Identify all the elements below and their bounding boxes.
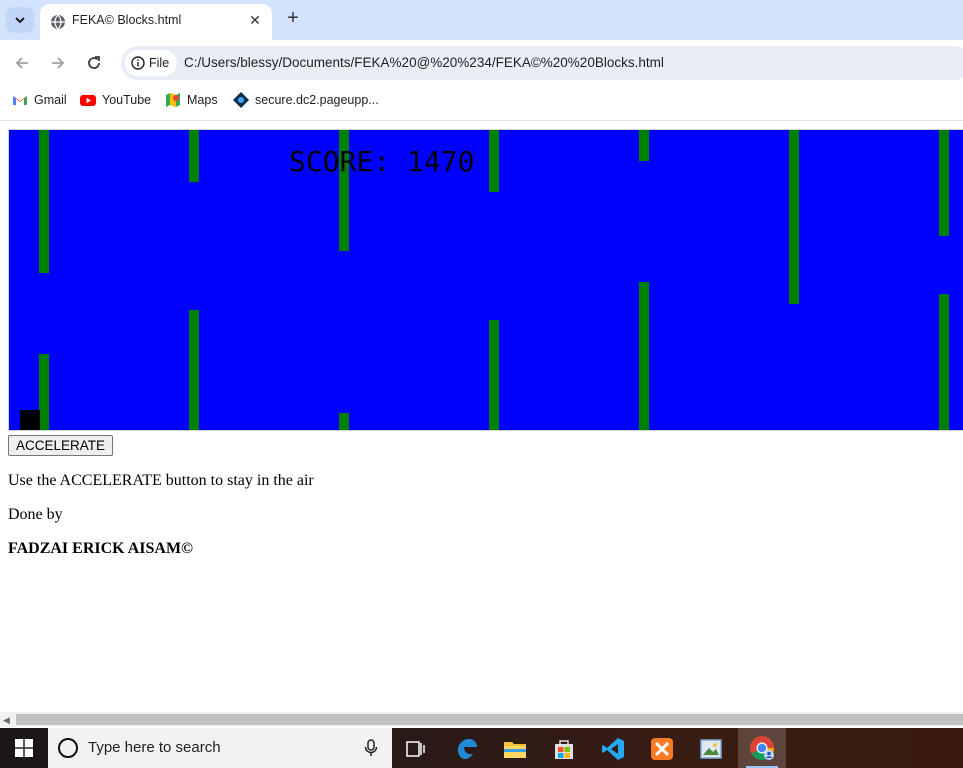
address-bar[interactable]: File C:/Users/blessy/Documents/FEKA%20@%…: [121, 46, 963, 80]
chrome-icon[interactable]: [738, 728, 786, 768]
obstacle-bottom: [39, 354, 49, 430]
tab-search-button[interactable]: [6, 7, 34, 33]
obstacle-top: [639, 130, 649, 161]
obstacle-top: [489, 130, 499, 192]
youtube-icon: [80, 95, 96, 106]
arrow-left-icon: [15, 57, 28, 69]
browser-toolbar: File C:/Users/blessy/Documents/FEKA%20@%…: [0, 40, 963, 86]
start-button[interactable]: [0, 728, 48, 768]
bookmark-label: Gmail: [34, 93, 67, 107]
info-icon: [131, 56, 145, 70]
search-placeholder: Type here to search: [88, 739, 221, 756]
url-text[interactable]: C:/Users/blessy/Documents/FEKA%20@%20%23…: [184, 55, 664, 70]
store-icon[interactable]: [549, 734, 579, 764]
bookmark-pageup[interactable]: secure.dc2.pageupp...: [233, 91, 379, 109]
taskbar-search[interactable]: Type here to search: [48, 728, 392, 768]
globe-icon: [51, 14, 65, 30]
forward-button[interactable]: [47, 52, 69, 74]
reload-button[interactable]: [83, 52, 105, 74]
bookmark-label: secure.dc2.pageupp...: [255, 93, 379, 107]
obstacle-top: [939, 130, 949, 236]
scheme-label: File: [149, 56, 170, 70]
photo-viewer-icon[interactable]: [696, 734, 726, 764]
instructions-text: Use the ACCELERATE button to stay in the…: [8, 472, 314, 489]
scrollbar-thumb[interactable]: [16, 714, 963, 725]
bookmark-label: YouTube: [102, 93, 152, 107]
browser-tab[interactable]: FEKA© Blocks.html ✕: [40, 4, 272, 40]
obstacle-bottom: [189, 310, 199, 430]
accelerate-button[interactable]: ACCELERATE: [8, 435, 114, 456]
bookmark-gmail[interactable]: Gmail: [12, 91, 67, 109]
windows-logo-icon: [15, 739, 33, 757]
gmail-icon: [13, 96, 27, 105]
cortana-icon: [58, 738, 78, 758]
task-view-icon[interactable]: [401, 734, 431, 764]
tab-strip: FEKA© Blocks.html ✕ +: [0, 0, 963, 40]
score-text: SCORE: 1470: [289, 145, 475, 178]
taskbar: Type here to search: [0, 728, 963, 768]
obstacle-bottom: [939, 294, 949, 430]
pageup-icon: [233, 92, 249, 108]
bookmarks-bar: Gmail YouTube Maps secure.dc2.pageupp...: [0, 86, 963, 114]
file-explorer-icon[interactable]: [500, 734, 530, 764]
chevron-down-icon: [15, 17, 25, 24]
obstacle-top: [39, 130, 49, 273]
reload-icon: [88, 56, 100, 69]
xampp-icon[interactable]: [647, 734, 677, 764]
microphone-icon[interactable]: [364, 739, 378, 757]
vscode-icon[interactable]: [598, 734, 628, 764]
bookmark-label: Maps: [187, 93, 218, 107]
scroll-left-icon[interactable]: ◀: [3, 715, 10, 726]
done-by-text: Done by: [8, 506, 63, 523]
site-info-chip[interactable]: File: [125, 50, 177, 76]
page-content: SCORE: 1470 ACCELERATE Use the ACCELERAT…: [0, 121, 963, 712]
bookmark-maps[interactable]: Maps: [165, 91, 218, 109]
obstacle-bottom: [639, 282, 649, 430]
tab-title: FEKA© Blocks.html: [72, 13, 182, 27]
obstacle-top: [789, 130, 799, 304]
close-tab-icon[interactable]: ✕: [246, 11, 264, 29]
back-button[interactable]: [11, 52, 33, 74]
player-block: [20, 410, 40, 430]
obstacle-bottom: [489, 320, 499, 430]
arrow-right-icon: [52, 57, 65, 69]
horizontal-scrollbar[interactable]: ◀: [0, 712, 963, 727]
obstacle-bottom: [339, 413, 349, 430]
author-name: FADZAI ERICK AISAM©: [8, 540, 194, 557]
bookmark-youtube[interactable]: YouTube: [80, 91, 151, 109]
edge-icon[interactable]: [452, 734, 482, 764]
game-canvas: SCORE: 1470: [8, 129, 963, 431]
maps-icon: [166, 93, 180, 107]
obstacle-top: [189, 130, 199, 182]
new-tab-button[interactable]: +: [282, 8, 304, 30]
